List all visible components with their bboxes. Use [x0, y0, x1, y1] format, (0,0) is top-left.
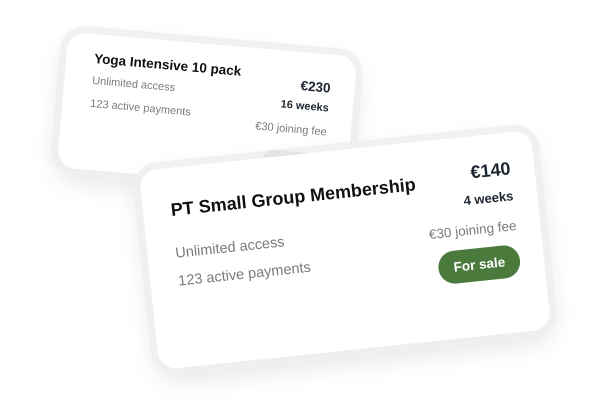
membership-joining-fee: €30 joining fee [254, 120, 328, 139]
membership-access: Unlimited access [174, 234, 286, 262]
membership-duration: 16 weeks [280, 98, 330, 115]
membership-price: €230 [299, 78, 332, 96]
membership-active-payments: 123 active payments [89, 97, 192, 119]
membership-joining-fee: €30 joining fee [428, 217, 518, 243]
membership-title: Yoga Intensive 10 pack [93, 50, 242, 79]
membership-active-payments: 123 active payments [177, 259, 312, 290]
membership-access: Unlimited access [91, 74, 176, 95]
membership-title: PT Small Group Membership [169, 174, 417, 220]
membership-price: €140 [469, 158, 512, 183]
membership-card-pt-small-group[interactable]: PT Small Group Membership €140 4 weeks U… [138, 129, 552, 371]
for-sale-badge[interactable]: For sale [436, 243, 522, 286]
membership-duration: 4 weeks [462, 188, 515, 209]
